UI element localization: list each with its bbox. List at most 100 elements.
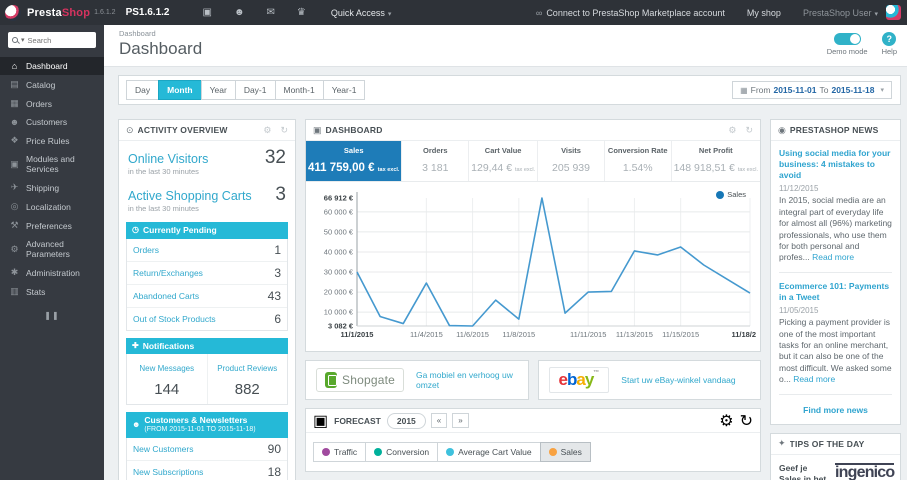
sidebar-item-price-rules[interactable]: ❖ Price Rules (0, 131, 104, 150)
messages-icon[interactable]: ✉ (266, 7, 274, 18)
forecast-panel: ▣ FORECAST 2015 « » ⚙ ↻ Traffic Conversi… (305, 408, 761, 472)
my-shop-link[interactable]: My shop (747, 8, 781, 18)
activity-panel-title: ACTIVITY OVERVIEW (137, 125, 228, 135)
sidebar-search[interactable]: ▾ (8, 32, 96, 48)
product-reviews-value: 882 (234, 381, 260, 399)
version-label: 1.6.1.2 (94, 9, 116, 16)
ebay-link[interactable]: Start uw eBay-winkel vandaag (621, 375, 735, 385)
kpi-net-profit-tab[interactable]: Net Profit 148 918,51 € tax excl. (672, 141, 760, 181)
refresh-icon[interactable]: ↻ (280, 125, 288, 136)
range-year-button[interactable]: Year (200, 80, 236, 100)
help-icon[interactable]: ? (882, 32, 897, 46)
read-more-link[interactable]: Read more (812, 252, 854, 262)
shopgate-link[interactable]: Ga mobiel en verhoog uw omzet (416, 370, 518, 390)
news-panel-title: PRESTASHOP NEWS (789, 125, 879, 135)
sidebar-collapse-icon[interactable]: ❚❚ (43, 311, 61, 320)
toggle-traffic[interactable]: Traffic (313, 442, 367, 462)
svg-text:40 000 €: 40 000 € (324, 247, 354, 256)
customers-icon: ☻ (9, 117, 20, 127)
sidebar-item-shipping[interactable]: ✈ Shipping (0, 178, 104, 197)
date-to: 2015-11-18 (831, 85, 875, 95)
brand-logo[interactable]: PrestaShop (27, 7, 90, 19)
gear-icon[interactable]: ⚙ (719, 411, 733, 431)
kpi-cart-value-tab[interactable]: Cart Value 129,44 € tax excl. (469, 141, 539, 181)
range-day-1-button[interactable]: Day-1 (234, 80, 276, 100)
ebay-banner[interactable]: ebay™ Start uw eBay-winkel vandaag (537, 360, 761, 400)
cart-icon[interactable]: ▣ (202, 7, 211, 18)
forecast-next-button[interactable]: » (452, 413, 469, 428)
new-subscriptions-link[interactable]: New Subscriptions (133, 467, 203, 477)
demo-mode-control: Demo mode (827, 31, 868, 56)
active-carts-link[interactable]: Active Shopping Carts (128, 189, 252, 203)
sidebar-item-catalog[interactable]: ▤ Catalog (0, 75, 104, 94)
localization-icon: ◎ (10, 201, 19, 211)
date-from: 2015-11-01 (773, 85, 817, 95)
toggle-average-cart-value[interactable]: Average Cart Value (437, 442, 541, 462)
ingenico-logo: ingenico Payment services (835, 462, 895, 480)
sidebar-item-localization[interactable]: ◎ Localization (0, 197, 104, 216)
date-range-toolbar: Day Month Year Day-1 Month-1 Year-1 ▦ Fr… (118, 75, 901, 105)
gear-icon[interactable]: ⚙ (263, 125, 271, 136)
shopgate-banner[interactable]: Shopgate Ga mobiel en verhoog uw omzet (305, 360, 529, 400)
news-article-title[interactable]: Ecommerce 101: Payments in a Tweet (779, 281, 892, 303)
svg-text:60 000 €: 60 000 € (324, 207, 354, 216)
gear-icon[interactable]: ⚙ (728, 125, 736, 136)
toggle-sales[interactable]: Sales (539, 442, 591, 462)
chart-legend: Sales (716, 190, 746, 199)
sidebar-item-preferences[interactable]: ⚒ Preferences (0, 216, 104, 235)
help-control: ? Help (882, 31, 897, 56)
search-scope-caret-icon[interactable]: ▾ (21, 36, 25, 44)
demo-mode-toggle[interactable] (833, 33, 861, 45)
news-article-date: 11/05/2015 (779, 306, 819, 316)
abandoned-carts-link[interactable]: Abandoned Carts (133, 291, 199, 301)
kpi-visits-tab[interactable]: Visits 205 939 (538, 141, 605, 181)
kpi-sales-tab[interactable]: Sales 411 759,00 € tax excl. (306, 141, 403, 181)
badges-icon[interactable]: ♛ (297, 7, 306, 18)
pending-orders-link[interactable]: Orders (133, 245, 159, 255)
date-range-picker[interactable]: ▦ From 2015-11-01 To 2015-11-18 ▾ (732, 81, 892, 99)
sidebar-item-dashboard[interactable]: ⌂ Dashboard (0, 57, 104, 75)
user-menu[interactable]: PrestaShop User ▾ (803, 8, 878, 18)
quick-access-menu[interactable]: Quick Access ▾ (331, 8, 392, 18)
product-reviews-link[interactable]: Product Reviews (217, 364, 277, 373)
find-more-news-link[interactable]: Find more news (779, 403, 892, 419)
toggle-conversion[interactable]: Conversion (365, 442, 439, 462)
online-visitors-link[interactable]: Online Visitors (128, 152, 208, 166)
forecast-prev-button[interactable]: « (430, 413, 448, 428)
refresh-icon[interactable]: ↻ (745, 125, 753, 136)
employees-icon[interactable]: ☻ (234, 7, 245, 18)
search-input[interactable] (27, 35, 86, 45)
ebay-logo: ebay™ (548, 367, 610, 393)
read-more-link[interactable]: Read more (793, 374, 835, 384)
shopgate-logo: Shopgate (316, 368, 404, 392)
range-year-1-button[interactable]: Year-1 (322, 80, 366, 100)
sidebar-item-stats[interactable]: ▥ Stats (0, 282, 104, 301)
breadcrumb[interactable]: Dashboard (119, 29, 907, 38)
sidebar-item-advanced-parameters[interactable]: ⚙ Advanced Parameters (0, 235, 104, 263)
news-article-date: 11/12/2015 (779, 184, 819, 194)
marketplace-link[interactable]: ∞ Connect to PrestaShop Marketplace accou… (536, 8, 725, 18)
range-month-1-button[interactable]: Month-1 (274, 80, 324, 100)
refresh-icon[interactable]: ↻ (740, 411, 753, 431)
news-article-title[interactable]: Using social media for your business: 4 … (779, 148, 892, 181)
sidebar-item-orders[interactable]: ▦ Orders (0, 94, 104, 113)
search-icon (12, 37, 18, 43)
range-day-button[interactable]: Day (126, 80, 160, 100)
ingenico-brand: ingenico (835, 462, 895, 480)
avatar[interactable] (886, 5, 901, 20)
kpi-orders-tab[interactable]: Orders 3 181 (402, 141, 470, 181)
active-carts-metric: Active Shopping Carts 3 in the last 30 mi… (119, 178, 295, 215)
sidebar-item-customers[interactable]: ☻ Customers (0, 113, 104, 131)
pending-row: Abandoned Carts 43 (127, 285, 287, 308)
range-month-button[interactable]: Month (158, 80, 202, 100)
new-customers-link[interactable]: New Customers (133, 444, 193, 454)
kpi-conversion-rate-tab[interactable]: Conversion Rate 1.54% (605, 141, 672, 181)
pending-returns-link[interactable]: Return/Exchanges (133, 268, 203, 278)
tips-heading: Geef je Sales in het buitenland een Boos… (779, 462, 827, 480)
sidebar-item-modules[interactable]: ▣ Modules and Services (0, 150, 104, 178)
svg-text:11/15/2015: 11/15/2015 (662, 330, 699, 339)
sidebar-item-administration[interactable]: ✱ Administration (0, 263, 104, 282)
out-of-stock-link[interactable]: Out of Stock Products (133, 314, 216, 324)
news-article: Using social media for your business: 4 … (779, 148, 892, 264)
new-messages-link[interactable]: New Messages (139, 364, 194, 373)
